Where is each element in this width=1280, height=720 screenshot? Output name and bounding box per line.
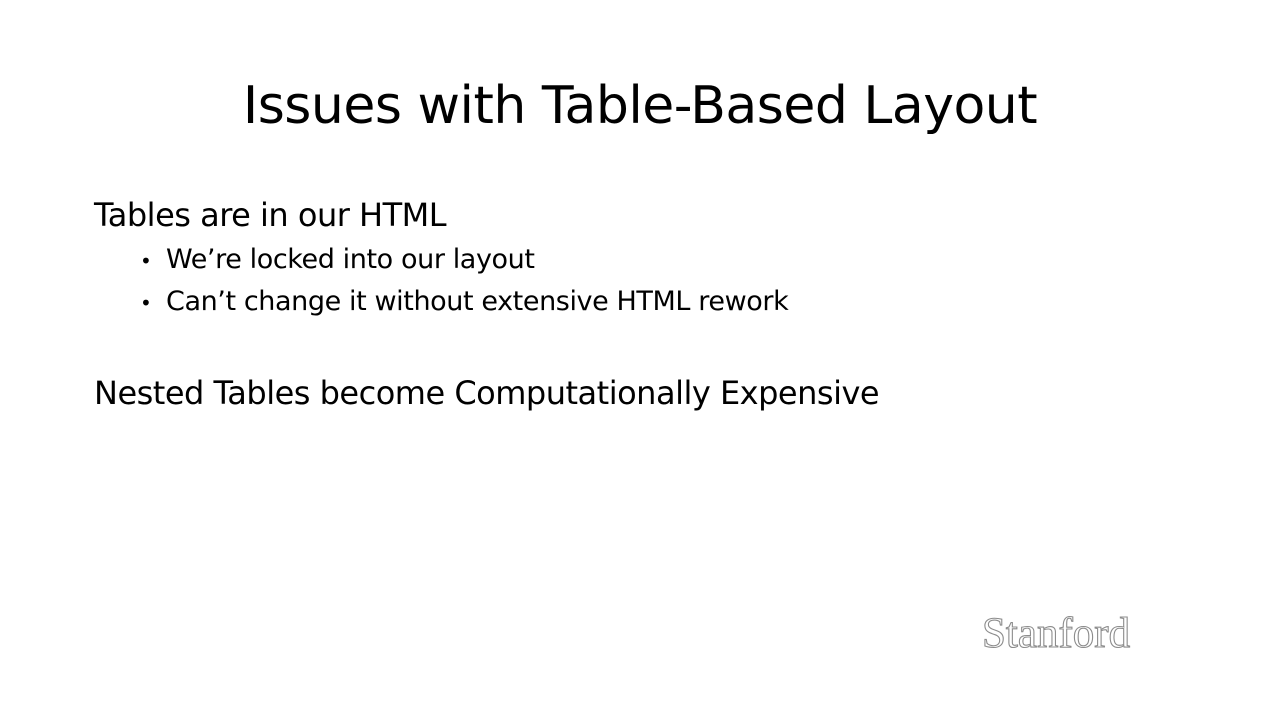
- stanford-logo: Stanford: [981, 609, 1130, 657]
- stanford-logo-text: Stanford: [982, 610, 1130, 657]
- section-heading-tables-in-html: Tables are in our HTML: [94, 196, 447, 234]
- slide-title: Issues with Table-Based Layout: [242, 76, 1038, 136]
- bullet-marker-icon: •: [140, 249, 152, 273]
- bullet-text: We’re locked into our layout: [166, 244, 535, 275]
- bullet-item: • Can’t change it without extensive HTML…: [140, 284, 789, 326]
- bullet-text: Can’t change it without extensive HTML r…: [166, 286, 789, 317]
- bullet-list: • We’re locked into our layout • Can’t c…: [140, 242, 789, 326]
- bullet-item: • We’re locked into our layout: [140, 242, 788, 284]
- slide: Issues with Table-Based Layout Tables ar…: [0, 0, 1280, 720]
- bullet-marker-icon: •: [140, 291, 152, 315]
- section-heading-nested-tables: Nested Tables become Computationally Exp…: [94, 374, 880, 412]
